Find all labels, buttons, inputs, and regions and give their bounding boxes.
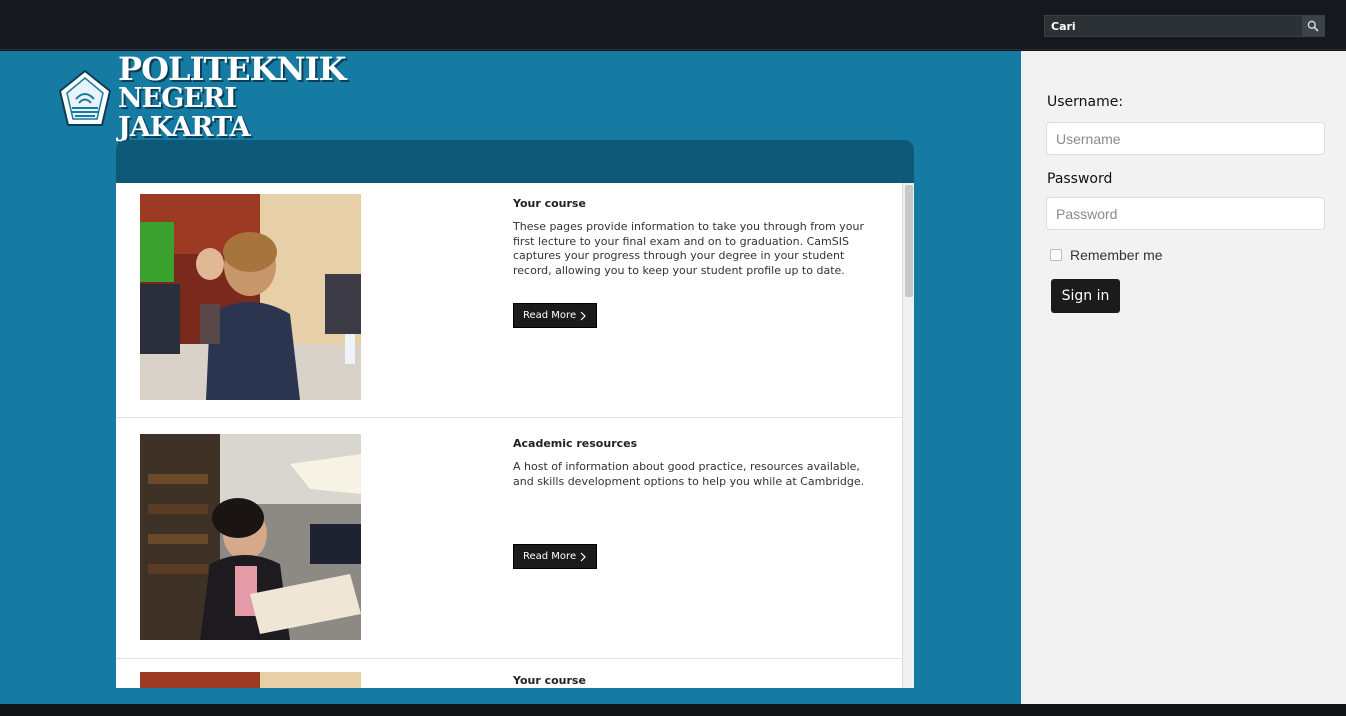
chevron-right-icon <box>580 552 586 562</box>
search-button[interactable] <box>1302 16 1324 36</box>
password-label: Password <box>1047 171 1113 187</box>
username-label: Username: <box>1047 94 1124 110</box>
logo-line2: NEGERI JAKARTA <box>118 82 251 143</box>
bottom-bar <box>0 704 1346 716</box>
sign-in-label: Sign in <box>1061 288 1110 304</box>
list-item: Your course These pages provide informat… <box>116 183 902 418</box>
list-item: Academic resources A host of information… <box>116 418 902 659</box>
read-more-button[interactable]: Read More <box>513 544 597 569</box>
chevron-right-icon <box>580 311 586 321</box>
remember-label: Remember me <box>1070 247 1163 263</box>
content-panel: Your course These pages provide informat… <box>116 140 914 688</box>
scrollbar-thumb[interactable] <box>905 185 913 297</box>
top-bar <box>0 0 1346 50</box>
search-icon <box>1307 20 1319 32</box>
panel-header <box>116 140 914 183</box>
site-logo[interactable]: POLITEKNIK NEGERI JAKARTA <box>58 53 346 142</box>
item-description: These pages provide information to take … <box>513 220 865 277</box>
item-description: A host of information about good practic… <box>513 460 865 488</box>
logo-text: POLITEKNIK NEGERI JAKARTA <box>118 49 346 143</box>
login-sidebar: Username: Password Remember me Sign in <box>1021 51 1346 704</box>
search-input[interactable] <box>1045 16 1303 36</box>
list-item: Your course <box>116 659 902 688</box>
main-content: POLITEKNIK NEGERI JAKARTA Your course Th… <box>0 51 1021 704</box>
remember-checkbox[interactable] <box>1050 249 1062 261</box>
read-more-label: Read More <box>523 551 577 562</box>
remember-me[interactable]: Remember me <box>1050 247 1163 263</box>
course-image <box>140 672 361 688</box>
item-title: Your course <box>513 197 586 210</box>
item-title: Academic resources <box>513 437 638 450</box>
read-more-label: Read More <box>523 310 577 321</box>
read-more-button[interactable]: Read More <box>513 303 597 328</box>
logo-line1: POLITEKNIK <box>118 49 346 88</box>
username-field[interactable] <box>1046 122 1325 155</box>
sign-in-button[interactable]: Sign in <box>1051 279 1120 313</box>
item-title: Your course <box>513 674 586 687</box>
logo-emblem-icon <box>58 69 112 127</box>
content-scrollbar[interactable] <box>902 183 914 688</box>
password-field[interactable] <box>1046 197 1325 230</box>
course-image <box>140 194 361 400</box>
resources-image <box>140 434 361 640</box>
panel-body: Your course These pages provide informat… <box>116 183 914 688</box>
search-box <box>1044 15 1325 37</box>
